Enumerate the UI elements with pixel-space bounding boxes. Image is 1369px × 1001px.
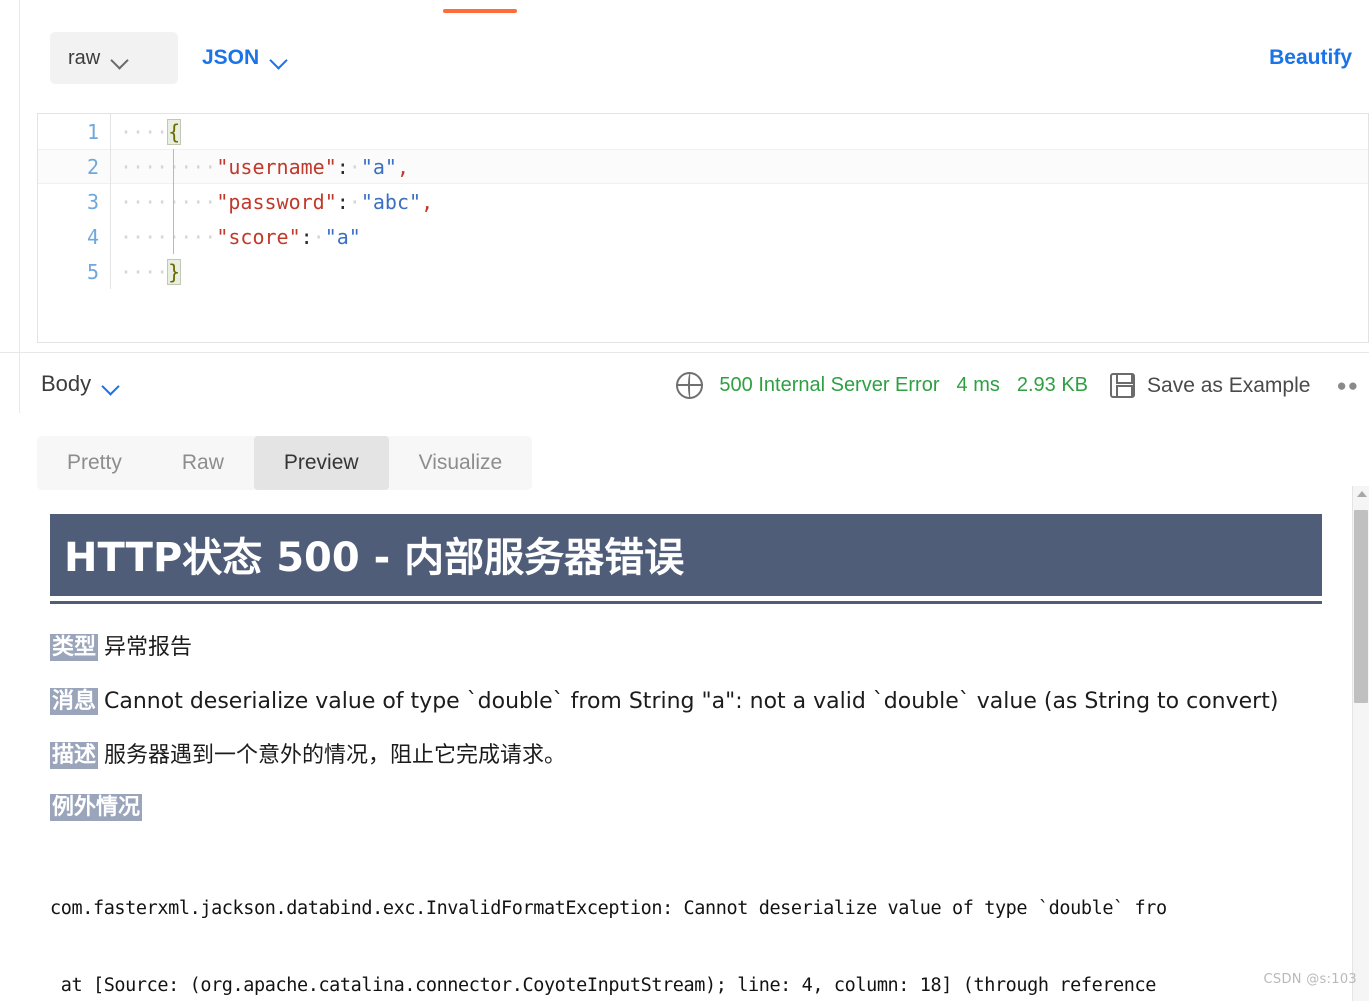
body-mode-label: raw [68,46,101,69]
line-content[interactable]: ········ "score": · "a" [110,219,1369,254]
editor-line[interactable]: 1 ····{ [38,114,1369,149]
scrollbar-thumb[interactable] [1354,510,1368,703]
tab-pretty[interactable]: Pretty [37,436,152,490]
colon: : [336,189,349,214]
indent-dots: ········ [120,154,217,179]
line-number: 1 [86,119,99,144]
preview-vertical-scrollbar[interactable] [1352,486,1369,1001]
postman-response-panel: raw JSON Beautify 1 ····{ 2 ········ "use… [0,0,1369,1001]
comma: , [421,189,434,214]
stack-trace-line: com.fasterxml.jackson.databind.exc.Inval… [50,898,1167,919]
more-options-icon[interactable]: ●● [1336,376,1359,396]
space-dot: · [312,224,325,249]
error-page-title: HTTP状态 500 - 内部服务器错误 [50,514,1322,596]
status-badge: 500 Internal Server Error [719,374,940,396]
tab-preview[interactable]: Preview [253,436,389,490]
comma: , [396,154,410,179]
error-row-type: 类型 异常报告 [50,629,192,661]
save-icon[interactable] [1110,373,1136,398]
response-size: 2.93 KB [1016,374,1089,396]
json-value: "abc" [360,189,422,214]
response-time: 4 ms [956,374,1000,396]
colon: : [336,154,349,179]
space-dot: · [348,154,361,179]
body-format-select[interactable]: JSON [202,32,287,84]
response-body-select[interactable]: Body [41,371,119,397]
error-row-label: 消息 [50,688,99,715]
json-key: "score" [216,224,301,249]
response-preview-pane: HTTP状态 500 - 内部服务器错误 类型 异常报告 消息 Cannot des… [37,497,1352,1001]
body-mode-select[interactable]: raw [50,32,178,84]
line-content[interactable]: ····} [110,254,1369,289]
line-number: 4 [86,224,99,249]
json-value: "a" [360,154,397,179]
globe-icon [676,372,704,399]
error-row-exception: 例外情况 [50,789,148,821]
error-row-message: 消息 Cannot deserialize value of type `doub… [50,683,1278,715]
active-tab-indicator [443,9,517,13]
error-row-label: 描述 [50,742,99,769]
line-content[interactable]: ········ "password": · "abc", [110,184,1369,219]
indent-guide [173,184,174,219]
colon: : [300,224,313,249]
error-row-value: 服务器遇到一个意外的情况，阻止它完成请求。 [104,743,567,768]
space-dot: · [348,189,361,214]
json-key: "username" [216,154,337,179]
tab-visualize[interactable]: Visualize [389,436,533,490]
json-key: "password" [216,189,337,214]
editor-line[interactable]: 3 ········ "password": · "abc", [38,184,1369,219]
watermark: CSDN @s:103 [1263,972,1357,987]
indent-guide [173,219,174,254]
error-row-value: Cannot deserialize value of type `double… [104,689,1279,714]
editor-line[interactable]: 4 ········ "score": · "a" [38,219,1369,254]
body-format-label: JSON [202,46,260,69]
stack-trace-line: at [Source: (org.apache.catalina.connect… [50,974,1157,996]
error-row-value: 异常报告 [104,635,193,660]
chevron-down-icon [272,54,287,63]
response-status-group: 500 Internal Server Error 4 ms 2.93 KB S… [676,372,1361,399]
editor-line[interactable]: 5 ····} [38,254,1369,289]
beautify-button[interactable]: Beautify [1269,46,1352,70]
indent-dots: ········ [120,224,217,249]
indent-dots: ···· [120,259,169,284]
line-number: 2 [86,154,99,179]
close-brace: } [167,258,182,285]
error-page-divider [50,601,1322,604]
indent-dots: ···· [120,119,169,144]
stack-trace: com.fasterxml.jackson.databind.exc.Inval… [50,845,1352,1001]
response-meta-bar: Body 500 Internal Server Error 4 ms 2.93… [0,352,1369,420]
error-row-label: 例外情况 [50,794,143,821]
indent-dots: ········ [120,189,217,214]
save-as-example-button[interactable]: Save as Example [1147,374,1310,398]
line-content[interactable]: ····{ [110,114,1369,149]
open-brace: { [167,118,182,145]
json-value: "a" [324,224,361,249]
json-body-editor[interactable]: 1 ····{ 2 ········ "username": · "a", 3 ···… [37,113,1369,343]
line-number: 5 [86,259,99,284]
chevron-down-icon [113,54,128,63]
body-format-toolbar: raw JSON Beautify [20,30,1369,86]
error-row-description: 描述 服务器遇到一个意外的情况，阻止它完成请求。 [50,737,566,769]
line-number: 3 [86,189,99,214]
line-content[interactable]: ········ "username": · "a", [110,149,1369,184]
tab-raw[interactable]: Raw [152,436,254,490]
scroll-up-arrow-icon[interactable] [1357,491,1367,497]
error-row-label: 类型 [50,634,99,661]
response-body-label: Body [41,371,92,396]
response-view-tabs: Pretty Raw Preview Visualize [37,436,533,490]
editor-line[interactable]: 2 ········ "username": · "a", [38,149,1369,184]
indent-guide [173,149,174,184]
chevron-down-icon [104,380,119,389]
